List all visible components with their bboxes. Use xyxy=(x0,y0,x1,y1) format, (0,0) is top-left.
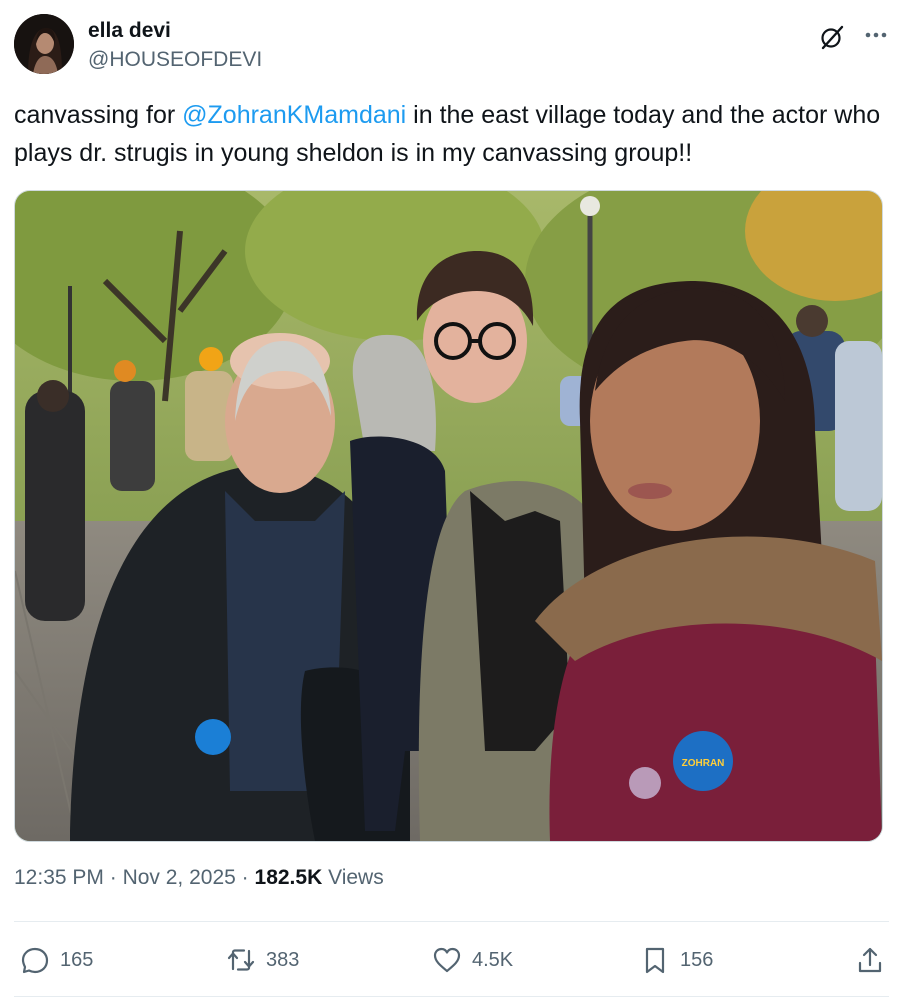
tweet-date[interactable]: Nov 2, 2025 xyxy=(123,866,236,889)
mention-link[interactable]: @ZohranKMamdani xyxy=(182,101,406,129)
share-button[interactable] xyxy=(855,940,885,980)
tweet-photo[interactable]: ZOHRAN xyxy=(14,190,883,842)
tweet-text: canvassing for @ZohranKMamdani in the ea… xyxy=(14,96,894,172)
bookmark-button[interactable]: 156 xyxy=(640,940,713,980)
views-count: 182.5K xyxy=(254,866,323,889)
bookmark-count: 156 xyxy=(680,948,714,971)
repost-button[interactable]: 383 xyxy=(226,940,299,980)
grok-icon[interactable] xyxy=(819,24,845,50)
meta-separator: · xyxy=(109,866,117,889)
divider xyxy=(14,921,889,922)
reply-icon xyxy=(21,947,49,974)
user-handle[interactable]: @HOUSEOFDEVI xyxy=(88,48,262,72)
tweet-time[interactable]: 12:35 PM xyxy=(14,866,104,889)
campaign-button-text: ZOHRAN xyxy=(682,758,725,769)
meta-separator-2: · xyxy=(241,866,249,889)
like-button[interactable]: 4.5K xyxy=(432,940,513,980)
action-bar: 165 383 4.5K 156 xyxy=(14,940,889,980)
avatar[interactable] xyxy=(14,14,74,74)
photo-illustration: ZOHRAN xyxy=(15,191,882,841)
more-icon[interactable] xyxy=(863,24,889,46)
like-icon xyxy=(433,947,461,973)
repost-count: 383 xyxy=(266,948,300,971)
like-count: 4.5K xyxy=(472,948,514,971)
repost-icon xyxy=(227,949,255,971)
divider xyxy=(14,996,889,997)
reply-button[interactable]: 165 xyxy=(20,940,93,980)
share-icon xyxy=(858,947,882,973)
bookmark-icon xyxy=(645,947,665,974)
display-name[interactable]: ella devi xyxy=(88,19,171,43)
tweet-text-start: canvassing for xyxy=(14,101,183,129)
tweet-meta: 12:35 PM · Nov 2, 2025 · 182.5K Views xyxy=(14,866,384,890)
tweet-header: ella devi @HOUSEOFDEVI xyxy=(14,14,889,76)
reply-count: 165 xyxy=(60,948,94,971)
views-label: Views xyxy=(328,866,384,889)
